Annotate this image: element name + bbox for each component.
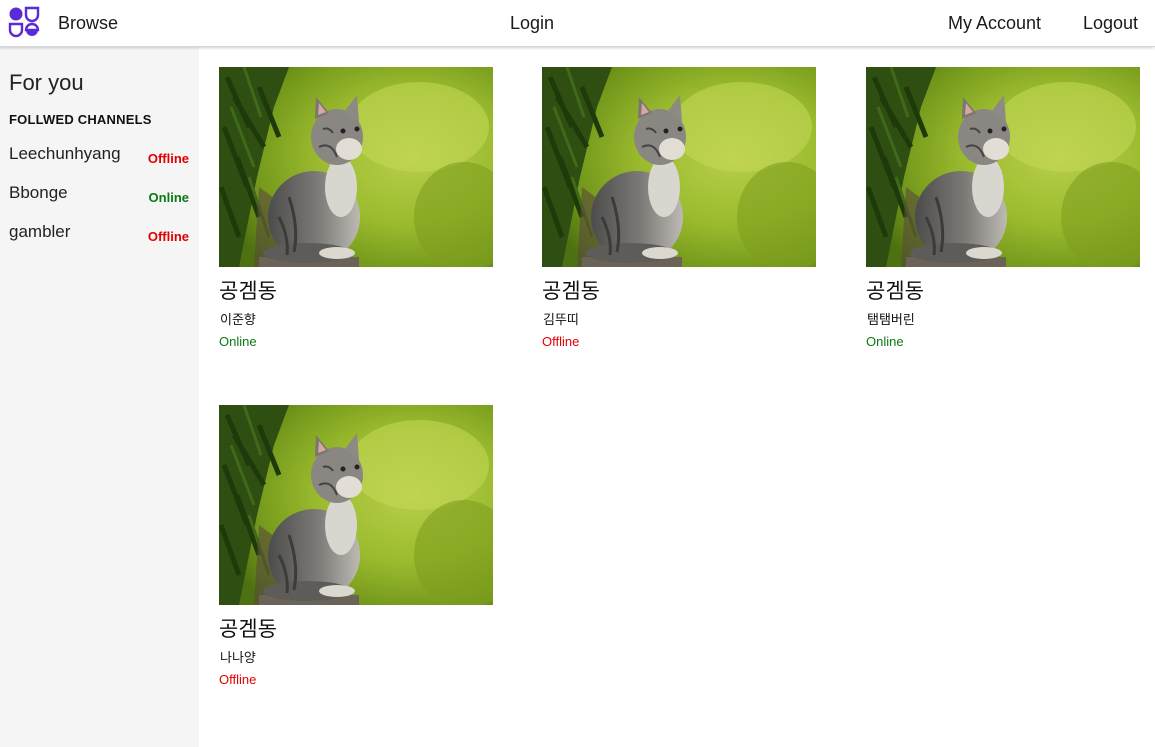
- login-link[interactable]: Login: [510, 11, 554, 35]
- channel-item-bbonge[interactable]: Bbonge Online: [9, 183, 191, 211]
- app-logo-icon[interactable]: [8, 6, 40, 38]
- channel-name: Bbonge: [9, 183, 68, 202]
- stream-thumbnail[interactable]: [219, 405, 493, 605]
- stream-title: 공겜동: [542, 279, 600, 303]
- channel-name: Leechunhyang: [9, 144, 121, 163]
- stream-status: Offline: [219, 672, 257, 687]
- channel-item-leechunhyang[interactable]: Leechunhyang Offline: [9, 144, 191, 172]
- channel-item-gambler[interactable]: gambler Offline: [9, 222, 191, 250]
- followed-channels-heading: FOLLWED CHANNELS: [9, 112, 152, 127]
- sidebar: For you FOLLWED CHANNELS Leechunhyang Of…: [0, 47, 199, 747]
- my-account-link[interactable]: My Account: [948, 11, 1041, 35]
- channel-status-badge: Offline: [147, 151, 189, 166]
- stream-title: 공겜동: [219, 279, 277, 303]
- stream-card[interactable]: 공겜동 김뚜띠 Offline: [542, 67, 816, 357]
- logout-link[interactable]: Logout: [1083, 11, 1138, 35]
- sidebar-title: For you: [9, 70, 84, 95]
- stream-card[interactable]: 공겜동 나나양 Offline: [219, 405, 493, 695]
- stream-status: Offline: [542, 334, 580, 349]
- channel-status-badge: Online: [148, 190, 189, 205]
- stream-status: Online: [219, 334, 257, 349]
- stream-author: 이준향: [220, 313, 256, 328]
- stream-author: 김뚜띠: [543, 313, 579, 328]
- stream-thumbnail[interactable]: [866, 67, 1140, 267]
- channel-name: gambler: [9, 222, 71, 241]
- stream-card[interactable]: 공겜동 이준향 Online: [219, 67, 493, 357]
- stream-title: 공겜동: [866, 279, 924, 303]
- stream-author: 탬탬버린: [867, 313, 915, 328]
- top-navigation-bar: Browse Login My Account Logout: [0, 0, 1155, 47]
- stream-thumbnail[interactable]: [542, 67, 816, 267]
- stream-card[interactable]: 공겜동 탬탬버린 Online: [866, 67, 1140, 357]
- stream-status: Online: [866, 334, 904, 349]
- stream-author: 나나양: [220, 651, 256, 666]
- stream-title: 공겜동: [219, 617, 277, 641]
- browse-link[interactable]: Browse: [58, 11, 118, 35]
- channel-status-badge: Offline: [147, 229, 189, 244]
- stream-thumbnail[interactable]: [219, 67, 493, 267]
